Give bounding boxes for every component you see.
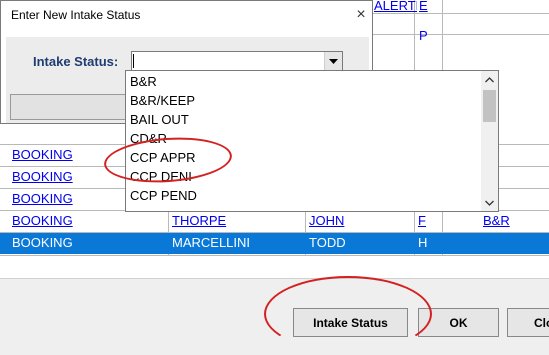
grid-cell-sex[interactable]: F — [415, 211, 441, 231]
intake-status-button[interactable]: Intake Status — [293, 308, 408, 337]
dropdown-option-ccp-appr[interactable]: CCP APPR — [130, 149, 196, 167]
intake-status-dropdown-list[interactable]: B&R B&R/KEEP BAIL OUT CD&R CCP APPR CCP … — [125, 70, 499, 212]
grid-cell-last-name[interactable]: THORPE — [169, 211, 304, 231]
close-button[interactable]: Clo — [507, 308, 549, 337]
table-row-selected[interactable]: BOOKING MARCELLINI TODD H — [0, 233, 549, 254]
ok-button[interactable]: OK — [418, 308, 499, 337]
grid-line — [0, 255, 549, 256]
grid-cell-type[interactable]: BOOKING — [9, 211, 167, 231]
dialog-title: Enter New Intake Status — [11, 8, 141, 22]
close-icon[interactable]: × — [350, 3, 372, 27]
chevron-up-icon[interactable] — [481, 71, 498, 88]
column-header-e[interactable]: E — [416, 0, 440, 16]
intake-status-label: Intake Status: — [33, 54, 119, 69]
grid-cell-first-name[interactable]: TODD — [306, 233, 413, 253]
text-caret — [133, 54, 134, 68]
column-header-alerte[interactable]: ALERTE — [371, 0, 417, 16]
dropdown-option[interactable]: CCP DENI — [130, 168, 192, 186]
dialog-action-button[interactable] — [10, 94, 128, 120]
vertical-scrollbar[interactable] — [481, 71, 498, 211]
grid-cell-type[interactable]: BOOKING — [9, 167, 125, 187]
dropdown-option[interactable]: CD&R — [130, 130, 167, 148]
grid-cell-status[interactable]: B&R — [480, 211, 540, 231]
intake-status-combobox[interactable] — [131, 51, 343, 71]
dropdown-option[interactable]: B&R/KEEP — [130, 92, 195, 110]
dropdown-option[interactable]: B&R — [130, 73, 157, 91]
grid-cell-sex[interactable]: H — [415, 233, 441, 253]
grid-cell-type[interactable]: BOOKING — [9, 189, 125, 209]
grid-cell-first-name[interactable]: JOHN — [306, 211, 413, 231]
grid-cell-type[interactable]: BOOKING — [9, 233, 167, 253]
chevron-down-icon[interactable] — [481, 194, 498, 211]
bottom-toolbar: Intake Status OK Clo — [0, 278, 549, 355]
dialog-titlebar[interactable]: Enter New Intake Status × — [1, 1, 372, 29]
grid-cell-type[interactable]: BOOKING — [9, 145, 125, 165]
dropdown-option[interactable]: BAIL OUT — [130, 111, 189, 129]
grid-cell-p[interactable]: P — [416, 26, 440, 46]
scrollbar-thumb[interactable] — [483, 90, 496, 122]
grid-cell-last-name[interactable]: MARCELLINI — [169, 233, 304, 253]
dropdown-option[interactable]: CCP PEND — [130, 187, 197, 205]
chevron-down-icon[interactable] — [324, 52, 342, 70]
